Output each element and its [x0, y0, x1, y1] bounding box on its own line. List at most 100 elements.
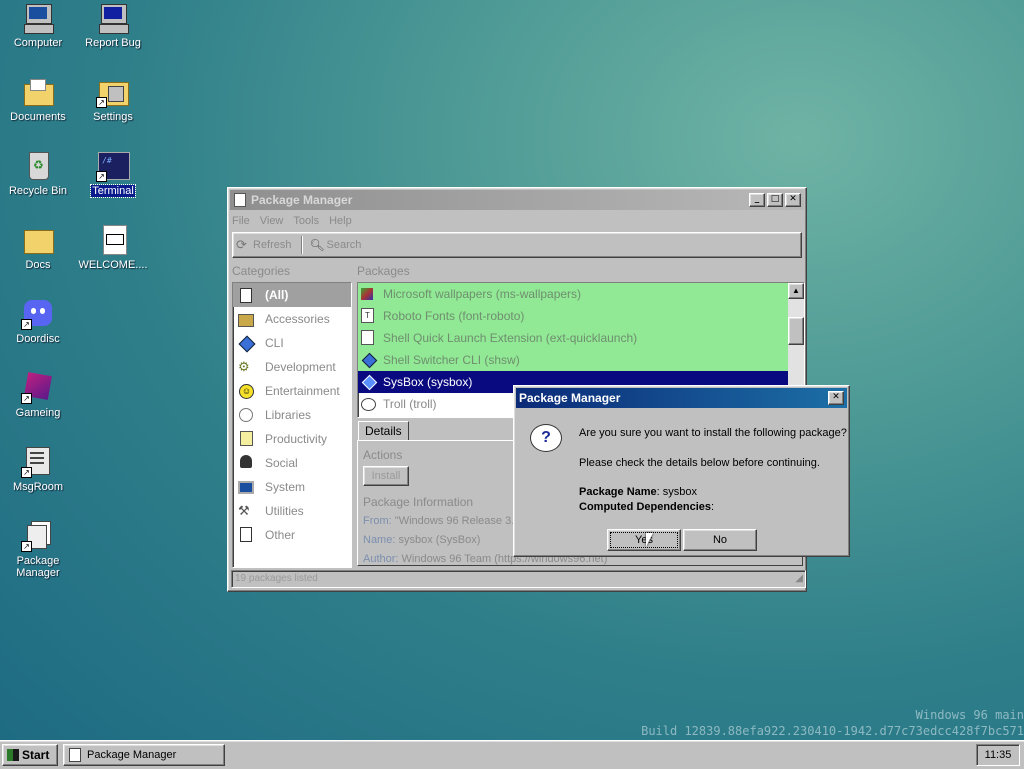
category-item-development[interactable]: ⚙ Development [233, 355, 351, 379]
start-label: Start [22, 748, 50, 762]
doordisc-icon: ↗ [21, 298, 55, 330]
recycle-bin-icon: ♻ [21, 150, 55, 182]
all-icon [238, 287, 254, 303]
install-button[interactable]: Install [363, 466, 409, 486]
from-value: "Windows 96 Release 3.( [394, 515, 518, 527]
menu-help[interactable]: Help [329, 215, 352, 227]
category-list: (All) Accessories CLI ⚙ Development ☺ En… [232, 282, 352, 568]
category-item-system[interactable]: System [233, 475, 351, 499]
category-item-utilities[interactable]: ⚒ Utilities [233, 499, 351, 523]
desktop-icon-terminal[interactable]: /# ↗ Terminal [75, 150, 151, 198]
development-icon: ⚙ [238, 359, 250, 374]
terminal-icon: /# ↗ [96, 150, 130, 182]
category-label: CLI [265, 336, 284, 350]
maximize-button[interactable]: □ [767, 193, 783, 207]
package-label: Shell Quick Launch Extension (ext-quickl… [383, 331, 638, 345]
start-button[interactable]: Start [2, 744, 58, 766]
scroll-up-button[interactable]: ▲ [788, 283, 804, 299]
menu-file[interactable]: File [232, 215, 250, 227]
taskbar: Start Package Manager 11:35 [0, 740, 1024, 769]
scrollbar-thumb[interactable] [788, 317, 804, 345]
desktop-icon-doordisc[interactable]: ↗ Doordisc [0, 298, 76, 345]
dialog-close-button[interactable]: ✕ [828, 391, 844, 405]
desktop-icon-msgroom[interactable]: ↗ MsgRoom [0, 446, 76, 493]
desktop-icon-documents[interactable]: Documents [0, 76, 76, 123]
package-label: SysBox (sysbox) [383, 375, 473, 389]
menu-view[interactable]: View [260, 215, 284, 227]
package-manager-icon [233, 193, 247, 207]
markdown-file-icon: M↓ [96, 224, 130, 256]
package-manager-icon [69, 748, 81, 762]
category-item-accessories[interactable]: Accessories [233, 307, 351, 331]
desktop-icon-report-bug[interactable]: Report Bug [75, 2, 151, 49]
search-button[interactable]: 🔍︎ Search [307, 238, 365, 252]
search-icon: 🔍︎ [309, 238, 325, 252]
category-item-productivity[interactable]: Productivity [233, 427, 351, 451]
category-item-libraries[interactable]: Libraries [233, 403, 351, 427]
category-item-cli[interactable]: CLI [233, 331, 351, 355]
dialog-title: Package Manager [519, 391, 621, 405]
info-from: From: "Windows 96 Release 3.( [363, 515, 518, 527]
report-bug-icon [96, 2, 130, 34]
category-item-other[interactable]: Other [233, 523, 351, 547]
smiley-icon: ☺ [238, 383, 254, 399]
package-item-ext-quicklaunch[interactable]: Shell Quick Launch Extension (ext-quickl… [358, 327, 804, 349]
documents-folder-icon [21, 76, 55, 108]
package-label: Troll (troll) [383, 397, 437, 411]
start-logo-icon [7, 749, 19, 761]
package-info-heading: Package Information [363, 495, 474, 509]
category-label: Development [265, 360, 336, 374]
close-button[interactable]: ✕ [785, 193, 801, 207]
package-icon [361, 286, 377, 302]
desktop-icon-settings[interactable]: ↗ Settings [75, 76, 151, 123]
desktop-icon-gameing[interactable]: ↗ Gameing [0, 372, 76, 419]
category-label: (All) [265, 288, 289, 302]
category-label: Entertainment [265, 384, 340, 398]
desktop-icon-label: Gameing [15, 407, 61, 419]
menu-tools[interactable]: Tools [293, 215, 319, 227]
computer-icon [21, 2, 55, 34]
desktop-icon-label: Docs [25, 259, 51, 271]
desktop-icon-label: Doordisc [16, 333, 60, 345]
author-label: Author: [363, 553, 399, 565]
package-item-shsw[interactable]: Shell Switcher CLI (shsw) [358, 349, 804, 371]
build-watermark-line1: Windows 96 main [915, 708, 1024, 722]
desktop-icon-computer[interactable]: Computer [0, 2, 76, 49]
desktop-icon-label: Report Bug [85, 37, 141, 49]
name-value: sysbox (SysBox) [398, 534, 481, 546]
taskbar-item-package-manager[interactable]: Package Manager [63, 744, 225, 766]
no-button[interactable]: No [683, 529, 757, 551]
category-label: Other [265, 528, 296, 542]
desktop-icon-recycle-bin[interactable]: ♻ Recycle Bin [0, 150, 76, 197]
accessories-icon [238, 311, 254, 327]
settings-icon: ↗ [96, 76, 130, 108]
category-label: Social [265, 456, 298, 470]
category-item-entertainment[interactable]: ☺ Entertainment [233, 379, 351, 403]
package-item-ms-wallpapers[interactable]: Microsoft wallpapers (ms-wallpapers) [358, 283, 804, 305]
system-tray-clock[interactable]: 11:35 [976, 744, 1020, 766]
status-text: 19 packages listed [235, 573, 318, 584]
desktop-icon-welcome[interactable]: M↓ WELCOME.... [75, 224, 151, 271]
from-label: From: [363, 515, 392, 527]
packages-heading: Packages [357, 264, 410, 278]
refresh-button[interactable]: ⟳ Refresh [233, 238, 295, 252]
dialog-dependencies: Computed Dependencies: [579, 501, 714, 513]
dialog-titlebar[interactable]: Package Manager ✕ [516, 388, 847, 408]
install-confirm-dialog: Package Manager ✕ ? Are you sure you wan… [513, 385, 850, 557]
category-item-all[interactable]: (All) [233, 283, 351, 307]
tab-details[interactable]: Details [358, 421, 409, 441]
yes-button[interactable]: Yes [607, 529, 681, 551]
desktop-icon-docs[interactable]: Docs [0, 224, 76, 271]
window-titlebar[interactable]: Package Manager _ □ ✕ [230, 190, 804, 210]
resize-grip-icon[interactable]: ◢ [795, 571, 803, 587]
desktop-icon-label: Recycle Bin [8, 185, 68, 197]
desktop-icon-package-manager[interactable]: ↗ Package Manager [0, 520, 76, 579]
menubar: File View Tools Help [228, 212, 806, 230]
minimize-button[interactable]: _ [749, 193, 765, 207]
category-item-social[interactable]: Social [233, 451, 351, 475]
package-item-font-roboto[interactable]: T Roboto Fonts (font-roboto) [358, 305, 804, 327]
productivity-icon [238, 431, 254, 447]
package-label: Shell Switcher CLI (shsw) [383, 353, 520, 367]
category-label: Accessories [265, 312, 330, 326]
package-name-value: : sysbox [656, 486, 698, 498]
